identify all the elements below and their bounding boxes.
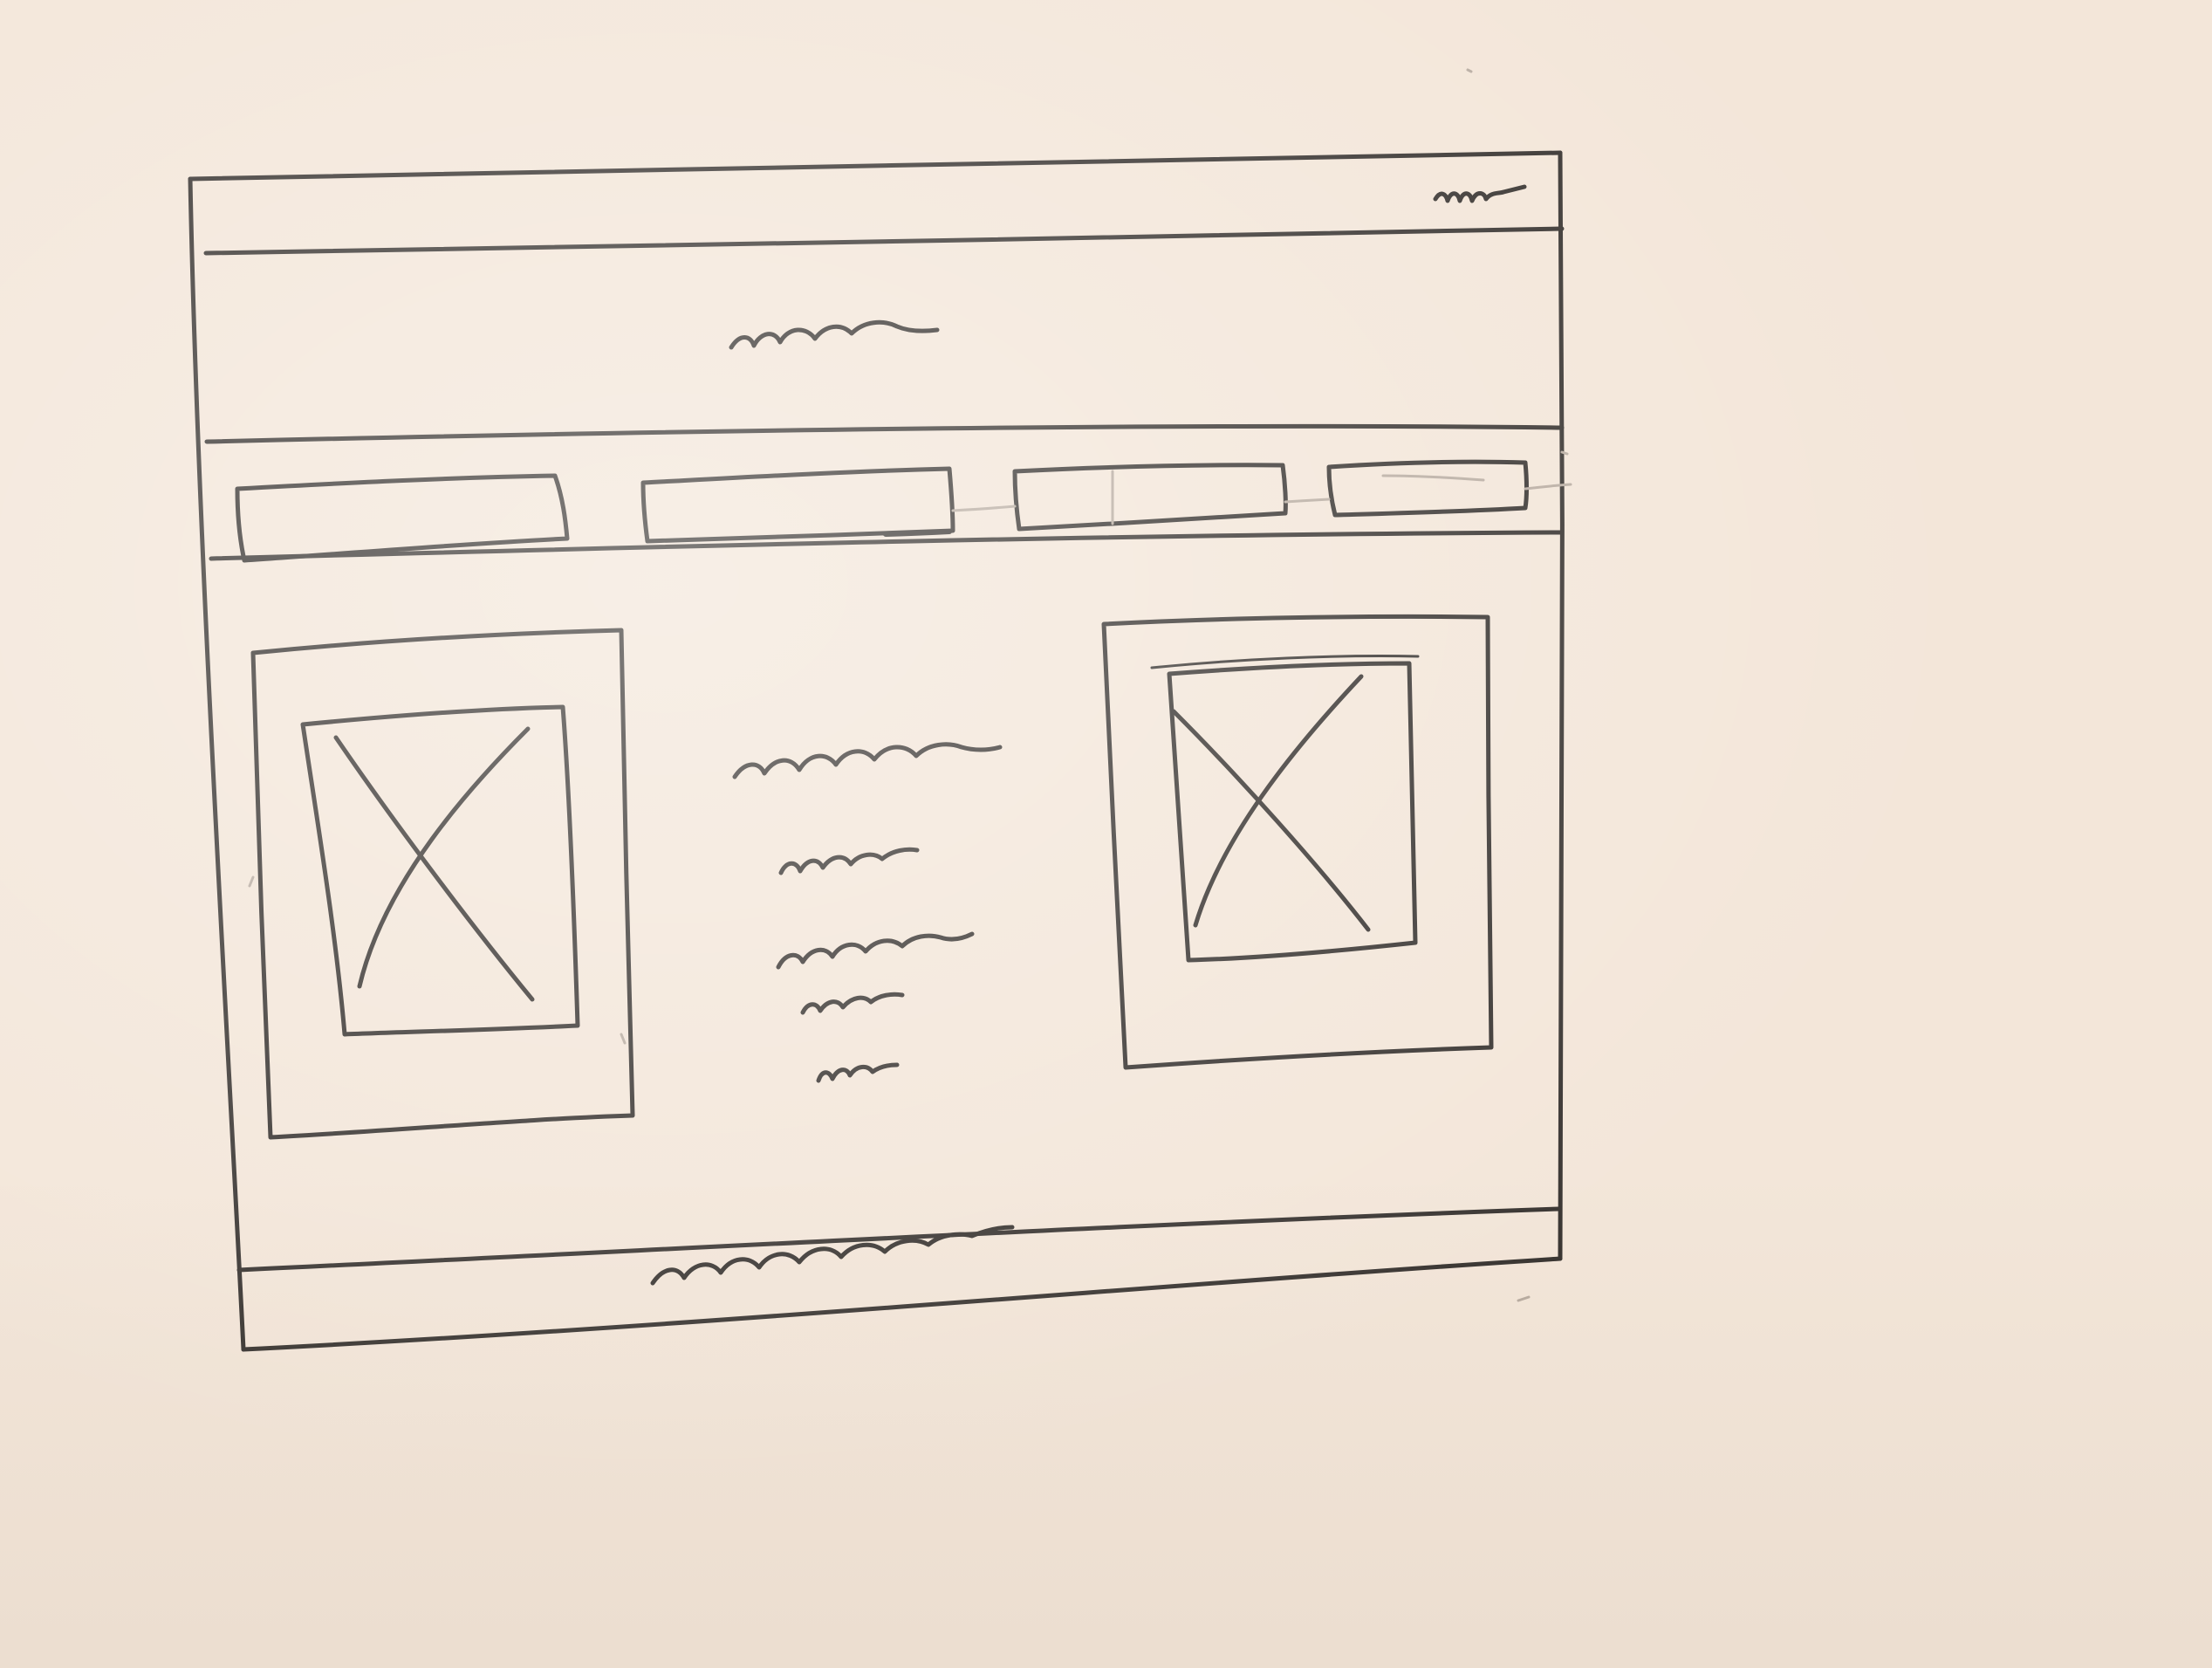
nav-tabs [209, 459, 1572, 563]
text-line-2 [778, 847, 920, 875]
content-text-lines [732, 742, 1003, 1083]
header-bar [203, 184, 1565, 256]
text-line-5 [816, 1062, 900, 1083]
nav-tab-4[interactable] [1326, 459, 1529, 518]
window-frame [188, 150, 1565, 1352]
left-image-card [250, 628, 635, 1140]
text-line-3 [776, 931, 975, 970]
header-right-squiggle [1433, 184, 1527, 203]
wireframe-sketch [188, 68, 1572, 1352]
banner-title-squiggle [729, 319, 940, 350]
text-line-1 [732, 742, 1003, 779]
footer-text-squiggle [650, 1225, 1015, 1286]
nav-tab-2[interactable] [640, 466, 955, 544]
left-image-x-box-icon [300, 704, 580, 1037]
nav-tab-3[interactable] [1012, 463, 1288, 532]
right-image-x-box-icon [1167, 661, 1418, 963]
nav-tab-1[interactable] [235, 473, 570, 563]
banner-section [204, 319, 1565, 444]
stray-marks [248, 68, 1569, 1302]
right-image-card [1101, 614, 1494, 1070]
text-line-4 [800, 992, 905, 1015]
